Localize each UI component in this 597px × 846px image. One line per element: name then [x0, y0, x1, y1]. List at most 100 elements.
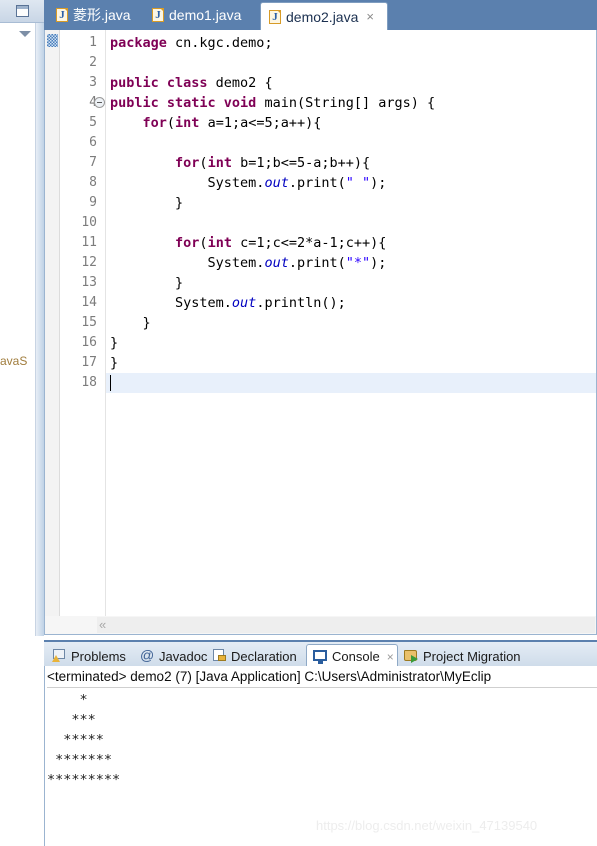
line-number: 11 [81, 235, 97, 250]
text-caret [110, 375, 111, 391]
bottom-tab-label: Problems [71, 648, 126, 664]
editor-horizontal-scrollbar[interactable]: « [44, 616, 597, 635]
editor-panel: 菱形.javademo1.javademo2.java× 12345678910… [44, 0, 597, 636]
code-token: int [207, 155, 232, 171]
code-token: System. [110, 255, 265, 271]
code-token: demo2 { [207, 75, 273, 91]
line-number: 6 [89, 135, 97, 150]
editor-tab-label: demo1.java [169, 7, 242, 23]
code-token: } [110, 195, 184, 211]
code-token: } [110, 355, 119, 371]
bottom-tab-javadoc[interactable]: Javadoc [134, 644, 208, 668]
editor-tab-2[interactable]: demo1.java [144, 0, 260, 30]
code-token: ( [166, 115, 176, 131]
editor-tab-bar: 菱形.java demo1.java demo2.java × [44, 0, 597, 30]
bottom-tab-problems[interactable]: Problems [46, 644, 134, 668]
fold-collapse-icon[interactable] [94, 97, 105, 108]
scroll-left-arrow-icon[interactable]: « [99, 618, 106, 632]
code-token: ( [199, 155, 208, 171]
code-token: .print( [288, 175, 346, 191]
bottom-tab-project-migration[interactable]: Project Migration [398, 644, 523, 668]
editor-tab-3[interactable]: demo2.java × [260, 2, 388, 30]
bottom-tab-label: Declaration [231, 648, 297, 664]
code-token: " " [345, 175, 371, 191]
code-token: public static void [110, 95, 257, 111]
line-number: 13 [81, 275, 97, 290]
console-view[interactable]: <terminated> demo2 (7) [Java Application… [44, 666, 597, 846]
code-token: b=1;b<=5-a;b++){ [231, 155, 371, 171]
code-token: main(String[] args) { [256, 95, 436, 111]
sash-divider[interactable] [36, 23, 44, 636]
code-line: System.out.print("*"); [106, 253, 387, 273]
bottom-tab-bar: Problems Javadoc Declaration Console × Projec… [44, 640, 597, 668]
line-number-gutter: 123456789101112131415161718 [61, 30, 105, 616]
console-icon [313, 649, 328, 664]
code-token: package [110, 35, 167, 51]
javadoc-icon [140, 647, 155, 663]
line-number: 17 [81, 355, 97, 370]
code-token: out [264, 175, 289, 191]
code-line: } [106, 273, 183, 293]
editor-tab-label: 菱形.java [73, 7, 131, 23]
code-token: out [231, 295, 257, 311]
line-number: 9 [89, 195, 97, 210]
editor-tab-1[interactable]: 菱形.java [48, 0, 144, 30]
code-line: for(int a=1;a<=5;a++){ [106, 113, 322, 133]
package-explorer-header [0, 0, 44, 23]
code-token: int [207, 235, 232, 251]
view-menu-arrow-icon[interactable] [19, 31, 31, 37]
java-file-icon [152, 7, 164, 23]
code-token: out [264, 255, 289, 271]
code-token: System. [110, 295, 232, 311]
code-token: ( [199, 235, 208, 251]
declaration-icon [212, 649, 227, 663]
code-token: .println(); [256, 295, 346, 311]
code-line: } [106, 333, 118, 353]
package-explorer-strip: avaS [0, 0, 44, 636]
code-line: for(int b=1;b<=5-a;b++){ [106, 153, 370, 173]
line-number: 10 [81, 215, 97, 230]
package-marker-icon [47, 34, 58, 47]
bottom-view-panel: Problems Javadoc Declaration Console × Projec… [44, 640, 597, 846]
line-number: 15 [81, 315, 97, 330]
restore-icon[interactable] [16, 5, 29, 17]
code-line: for(int c=1;c<=2*a-1;c++){ [106, 233, 386, 253]
line-number: 4 [63, 93, 97, 113]
bottom-tab-label: Javadoc [159, 648, 208, 664]
line-number: 2 [89, 55, 97, 70]
code-text-area[interactable]: package cn.kgc.demo; public class demo2 {… [106, 30, 596, 616]
bottom-tab-label: Project Migration [423, 648, 521, 664]
editor-tab-close-icon[interactable]: × [366, 9, 374, 24]
annotation-ruler[interactable] [45, 30, 60, 616]
code-line: System.out.print(" "); [106, 173, 387, 193]
code-token: System. [110, 175, 265, 191]
code-token: int [175, 115, 200, 131]
code-token: for [175, 155, 200, 171]
console-launch-header: <terminated> demo2 (7) [Java Application… [47, 666, 597, 688]
code-token: ); [370, 175, 387, 191]
code-token: ); [370, 255, 387, 271]
bottom-tab-close-icon[interactable]: × [387, 650, 394, 664]
code-editor[interactable]: 123456789101112131415161718 package cn.k… [44, 30, 597, 616]
code-line: } [106, 353, 118, 373]
line-number: 14 [81, 295, 97, 310]
line-number: 7 [89, 155, 97, 170]
bottom-tab-declaration[interactable]: Declaration [206, 644, 306, 668]
problems-icon [52, 649, 67, 663]
java-file-icon [56, 7, 68, 23]
code-token: for [142, 115, 167, 131]
code-line: public class demo2 { [106, 73, 273, 93]
code-token: } [110, 315, 151, 331]
code-token: public class [110, 75, 208, 91]
bottom-tab-console[interactable]: Console × [306, 644, 398, 668]
code-token: } [110, 335, 119, 351]
line-number: 18 [81, 375, 97, 390]
package-explorer-body[interactable]: avaS [0, 23, 36, 636]
scrollbar-track[interactable] [97, 617, 595, 633]
code-token: .print( [288, 255, 346, 271]
code-line: public static void main(String[] args) { [106, 93, 435, 113]
